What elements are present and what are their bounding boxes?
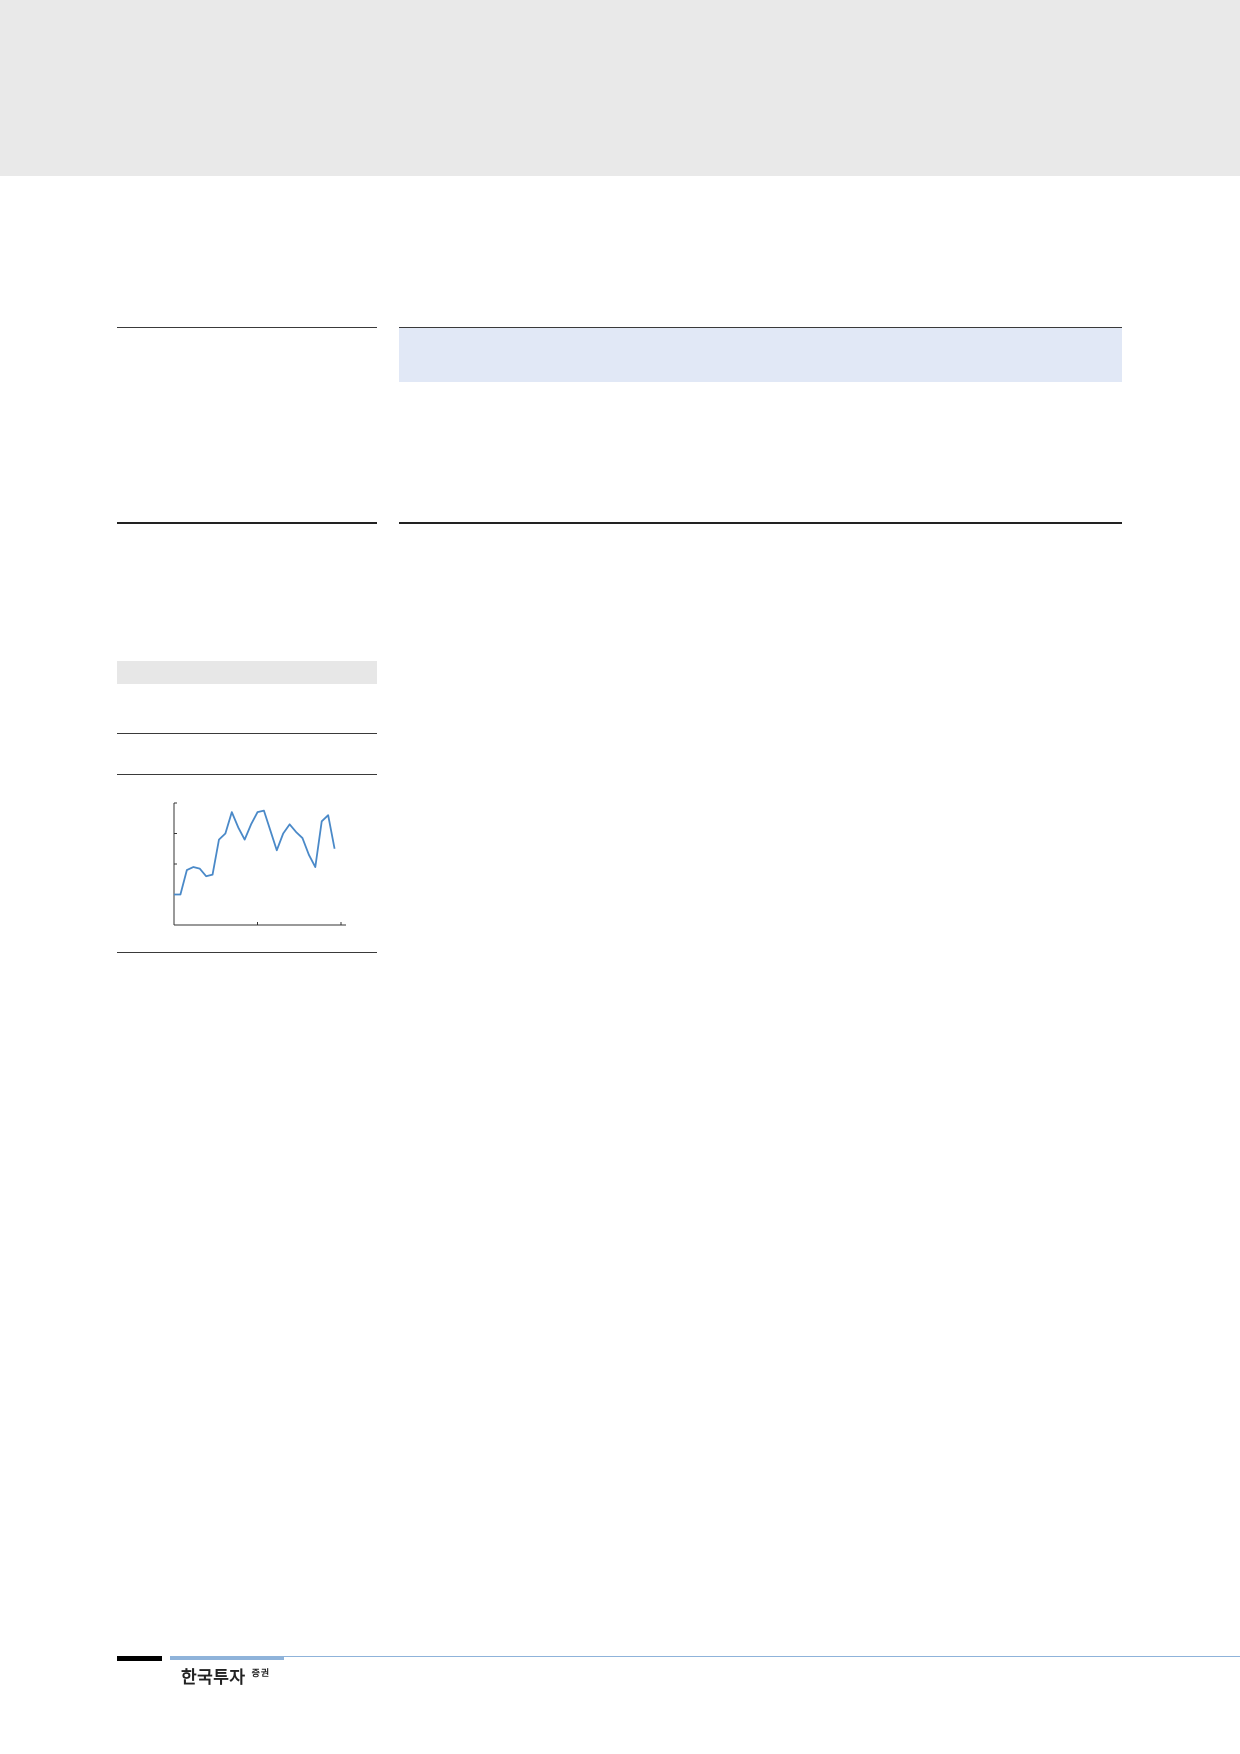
- footer-rule: [170, 1656, 1240, 1657]
- price-series-line: [174, 809, 336, 896]
- info-table-header: [117, 661, 377, 684]
- price-chart-svg: [173, 802, 346, 926]
- company-logo: 한국투자 증권: [181, 1663, 270, 1688]
- main-highlight-box: [399, 328, 1122, 382]
- footer-black-marker: [117, 1656, 162, 1661]
- left-column-section-rule: [117, 522, 377, 524]
- left-column-top-rule: [117, 327, 377, 328]
- header-band: [0, 0, 1240, 176]
- footer-blue-marker: [170, 1656, 284, 1660]
- logo-main-text: 한국투자: [181, 1668, 246, 1688]
- info-table-bottom-rule: [117, 733, 377, 734]
- price-chart: [117, 788, 377, 928]
- chart-bottom-rule: [117, 952, 377, 953]
- logo-sub-text: 증권: [251, 1669, 271, 1679]
- main-column-section-rule: [399, 522, 1122, 524]
- chart-top-rule: [117, 774, 377, 775]
